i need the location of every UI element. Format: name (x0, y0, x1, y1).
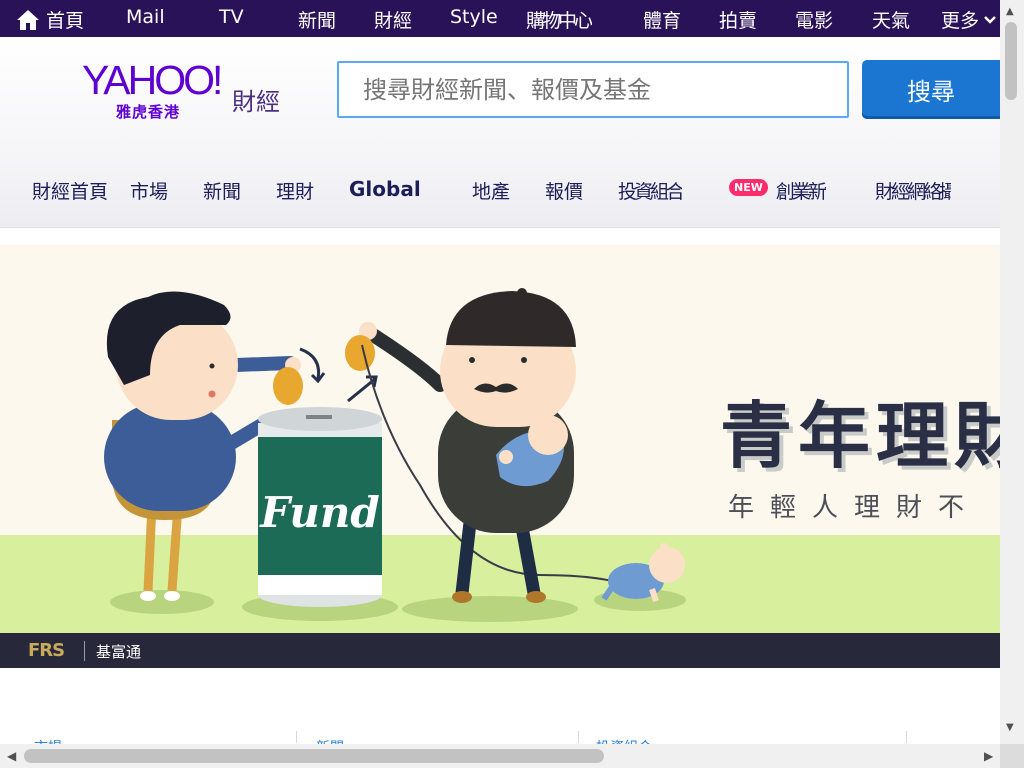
logo-region-text: 雅虎香港 (116, 103, 181, 121)
nav-item-quotes[interactable]: 報價 (545, 177, 583, 204)
topbar-item-finance[interactable]: 財經 (374, 6, 412, 33)
logo-section-text: 財經 (232, 88, 280, 116)
frs-logo: FRS (28, 640, 65, 661)
yahoo-finance-logo[interactable]: YAHOO! 財經 雅虎香港 (82, 57, 292, 121)
card-divider (906, 731, 907, 743)
nav-item-startup-label: 創業新世代 (775, 181, 826, 203)
logo-yahoo-text: YAHOO! (82, 57, 223, 103)
scroll-up-arrow-icon[interactable]: ▲ (1006, 6, 1014, 17)
topbar-home-label: 首頁 (46, 10, 85, 32)
scrollbar-corner (1000, 744, 1024, 768)
home-icon (17, 9, 39, 30)
topbar-more-menu[interactable]: 更多 (941, 6, 997, 33)
vertical-scroll-thumb[interactable] (1005, 22, 1017, 100)
promo-banner[interactable]: Fund 青年理財 年輕人理財不 FRS 基富通 (0, 245, 1000, 668)
banner-subline: 年輕人理財不 (728, 493, 981, 523)
banner-headline: 青年理財 (720, 394, 1000, 478)
scroll-left-arrow-icon[interactable]: ◀ (7, 749, 16, 763)
finance-nav: 財經首頁 市場 新聞 理財 Global 地產 報價 投資組合 NEW 創業新世代… (0, 177, 1000, 207)
topbar-item-tv[interactable]: TV (219, 6, 244, 28)
banner-sponsor-bar: FRS 基富通 (0, 633, 1000, 668)
illustration-fund-can: Fund (258, 407, 382, 607)
horizontal-scrollbar[interactable]: ◀ ▶ (0, 744, 1000, 768)
nav-item-finance-home[interactable]: 財經首頁 (32, 177, 108, 204)
topbar-more-label: 更多 (941, 10, 980, 32)
scroll-down-arrow-icon[interactable]: ▼ (1006, 722, 1014, 733)
vertical-scrollbar[interactable]: ▲ ▼ (1000, 0, 1024, 744)
topbar-home-link[interactable]: 首頁 (16, 6, 84, 33)
nav-item-property[interactable]: 地產 (472, 177, 510, 204)
nav-item-news[interactable]: 新聞 (203, 177, 241, 204)
sponsor-divider (84, 641, 85, 661)
fund-label: Fund (259, 488, 380, 537)
top-navigation-bar: 首頁 Mail TV 新聞 財經 Style 購物中心 體育 拍賣 電影 天氣 … (0, 0, 1000, 37)
card-divider (296, 731, 297, 743)
nav-item-money[interactable]: 理財 (276, 177, 314, 204)
search-button[interactable]: 搜尋 (862, 60, 1000, 119)
nav-item-global[interactable]: Global (349, 177, 421, 201)
nav-item-finance-video[interactable]: 財經網絡攝錄 (875, 177, 951, 204)
topbar-item-sports[interactable]: 體育 (643, 6, 681, 33)
sponsor-name: 基富通 (96, 643, 142, 661)
topbar-item-style[interactable]: Style (450, 6, 498, 28)
page-header: YAHOO! 財經 雅虎香港 搜尋 財經首頁 市場 新聞 理財 Global 地… (0, 37, 1000, 228)
topbar-item-movies[interactable]: 電影 (795, 6, 833, 33)
topbar-item-auctions[interactable]: 拍賣 (719, 6, 757, 33)
topbar-item-news[interactable]: 新聞 (298, 6, 336, 33)
nav-item-startup[interactable]: NEW 創業新世代 (729, 177, 826, 204)
scroll-right-arrow-icon[interactable]: ▶ (984, 749, 993, 763)
chevron-down-icon (984, 15, 996, 24)
search-input[interactable] (337, 61, 849, 118)
topbar-item-weather[interactable]: 天氣 (872, 6, 910, 33)
topbar-item-shopping[interactable]: 購物中心 (526, 6, 592, 33)
nav-item-portfolio[interactable]: 投資組合 (618, 177, 682, 204)
nav-item-market[interactable]: 市場 (130, 177, 168, 204)
new-badge: NEW (729, 179, 768, 196)
horizontal-scroll-thumb[interactable] (24, 749, 604, 763)
topbar-item-mail[interactable]: Mail (126, 6, 165, 28)
card-divider (578, 731, 579, 743)
